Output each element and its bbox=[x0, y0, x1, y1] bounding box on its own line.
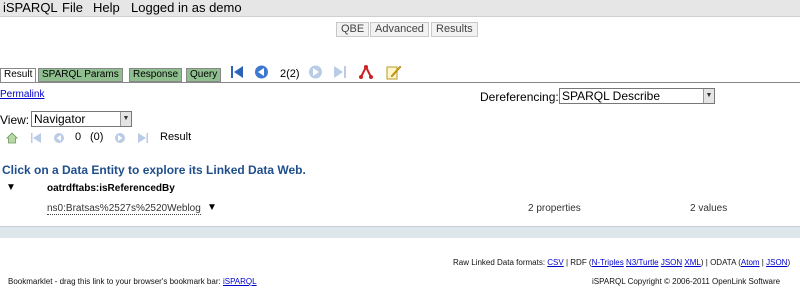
first-page-icon[interactable] bbox=[229, 64, 246, 80]
app-menu[interactable]: iSPARQL bbox=[3, 0, 58, 15]
tree-group-label: oatrdftabs:isReferencedBy bbox=[47, 183, 175, 194]
entity-menu-icon[interactable]: ▼ bbox=[207, 202, 217, 213]
n3-link[interactable]: N3/Turtle bbox=[626, 258, 659, 267]
nav-previous-icon bbox=[54, 133, 64, 143]
dereferencing-select[interactable]: SPARQL Describe ▼ bbox=[559, 88, 715, 104]
edit-icon[interactable] bbox=[385, 64, 402, 80]
properties-count: 2 properties bbox=[528, 203, 581, 214]
raw-formats-line: Raw Linked Data formats: CSV | RDF (N-Tr… bbox=[453, 258, 790, 267]
last-page-icon bbox=[334, 66, 346, 78]
json-link[interactable]: JSON bbox=[661, 258, 682, 267]
expand-toggle-icon[interactable]: ▼ bbox=[6, 182, 16, 193]
next-page-icon bbox=[309, 65, 322, 79]
nav-next-icon bbox=[115, 133, 125, 143]
bookmarklet-link[interactable]: iSPARQL bbox=[223, 277, 257, 286]
page-heading: Click on a Data Entity to explore its Li… bbox=[2, 163, 306, 177]
tab-advanced[interactable]: Advanced bbox=[370, 22, 429, 37]
nav-position: 0 bbox=[75, 131, 82, 143]
footer-close: ) bbox=[787, 258, 791, 267]
graph-view-icon[interactable] bbox=[357, 64, 374, 80]
raw-formats-label: Raw Linked Data formats: bbox=[453, 258, 546, 267]
isparql-window: iSPARQL File Help Logged in as demo QBE … bbox=[0, 0, 800, 307]
login-status: Logged in as demo bbox=[131, 0, 242, 15]
view-value: Navigator bbox=[34, 112, 86, 126]
home-icon[interactable] bbox=[6, 132, 18, 144]
csv-link[interactable]: CSV bbox=[547, 258, 563, 267]
footer-band bbox=[0, 226, 800, 238]
json-odata-link[interactable]: JSON bbox=[766, 258, 787, 267]
copyright: iSPARQL Copyright © 2006-2011 OpenLink S… bbox=[592, 277, 781, 286]
tab-response[interactable]: Response bbox=[129, 68, 183, 82]
odata-label: ) | ODATA ( bbox=[700, 258, 741, 267]
page-counter: 2(2) bbox=[280, 68, 300, 80]
nav-last-icon bbox=[138, 133, 148, 143]
view-label: View: bbox=[0, 113, 30, 127]
bookmarklet-line: Bookmarklet - drag this link to your bro… bbox=[8, 277, 257, 286]
help-menu[interactable]: Help bbox=[93, 0, 120, 15]
rdf-label: | RDF ( bbox=[565, 258, 592, 267]
footer-separator: | bbox=[761, 258, 764, 267]
menu-bar: iSPARQL File Help Logged in as demo bbox=[0, 0, 800, 17]
view-select[interactable]: Navigator ▼ bbox=[31, 111, 132, 127]
bookmarklet-text: Bookmarklet - drag this link to your bro… bbox=[8, 277, 221, 286]
tab-result[interactable]: Result bbox=[0, 68, 37, 83]
nav-result-label: Result bbox=[160, 131, 192, 143]
chevron-down-icon: ▼ bbox=[120, 112, 131, 126]
tab-qbe[interactable]: QBE bbox=[336, 22, 370, 37]
permalink-link[interactable]: Permalink bbox=[0, 89, 44, 100]
chevron-down-icon: ▼ bbox=[703, 89, 714, 103]
file-menu[interactable]: File bbox=[62, 0, 83, 15]
atom-link[interactable]: Atom bbox=[741, 258, 760, 267]
tab-sparql-params[interactable]: SPARQL Params bbox=[38, 68, 123, 82]
entity-link[interactable]: ns0:Bratsas%2527s%2520Weblog bbox=[47, 203, 201, 215]
tab-query[interactable]: Query bbox=[186, 68, 222, 82]
dereferencing-value: SPARQL Describe bbox=[562, 89, 661, 103]
previous-page-icon[interactable] bbox=[253, 64, 270, 80]
xml-link[interactable]: XML bbox=[684, 258, 700, 267]
tab-results[interactable]: Results bbox=[431, 22, 478, 37]
values-count: 2 values bbox=[690, 203, 728, 214]
ntriples-link[interactable]: N-Triples bbox=[592, 258, 624, 267]
dereferencing-label: Dereferencing: bbox=[480, 90, 559, 104]
tab-underline bbox=[0, 82, 800, 83]
nav-count: (0) bbox=[90, 131, 104, 143]
nav-first-icon bbox=[31, 133, 41, 143]
